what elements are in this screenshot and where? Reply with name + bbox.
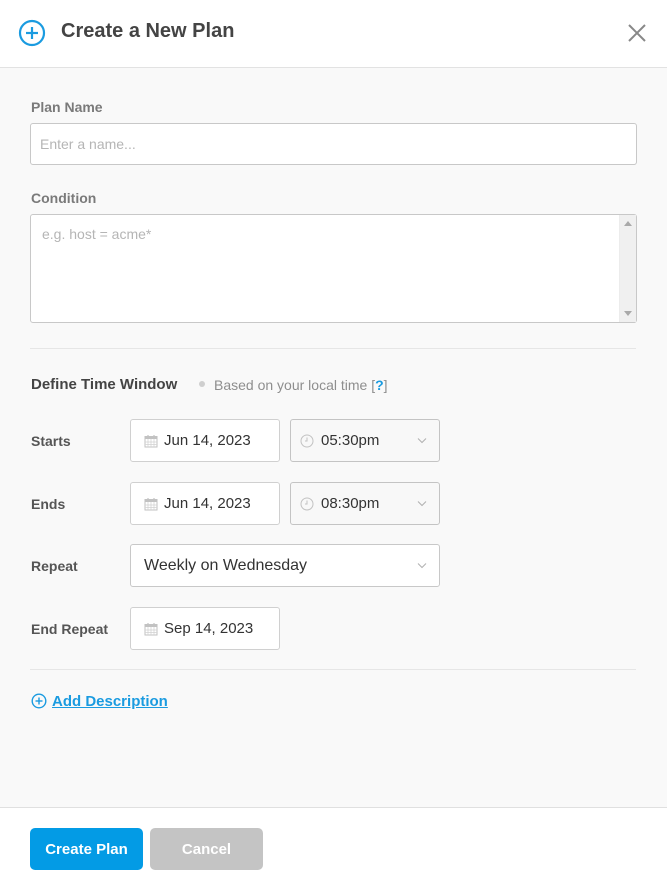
chevron-down-icon bbox=[417, 501, 427, 507]
clock-icon bbox=[300, 497, 314, 511]
close-icon[interactable] bbox=[624, 20, 650, 46]
ends-label: Ends bbox=[31, 496, 66, 512]
end-repeat-date-picker[interactable]: Sep 14, 2023 bbox=[130, 607, 280, 650]
section-divider bbox=[30, 348, 636, 349]
time-window-note-end: ] bbox=[383, 377, 388, 393]
starts-time-value: 05:30pm bbox=[321, 432, 380, 449]
cancel-button[interactable]: Cancel bbox=[150, 828, 263, 870]
add-description-label: Add Description bbox=[52, 693, 168, 710]
time-window-title: Define Time Window bbox=[31, 376, 178, 393]
end-repeat-date-value: Sep 14, 2023 bbox=[164, 620, 254, 637]
separator-dot bbox=[199, 381, 205, 387]
ends-date-value: Jun 14, 2023 bbox=[164, 495, 251, 512]
starts-date-picker[interactable]: Jun 14, 2023 bbox=[130, 419, 280, 462]
calendar-icon bbox=[144, 623, 158, 636]
condition-textarea[interactable] bbox=[30, 214, 637, 323]
starts-time-select[interactable]: 05:30pm bbox=[290, 419, 440, 462]
plan-name-label: Plan Name bbox=[31, 99, 103, 115]
chevron-down-icon bbox=[417, 438, 427, 444]
repeat-select[interactable]: Weekly on Wednesday bbox=[130, 544, 440, 587]
starts-label: Starts bbox=[31, 433, 71, 449]
time-window-note: Based on your local time [?] bbox=[214, 377, 388, 393]
chevron-down-icon bbox=[417, 563, 427, 569]
ends-time-value: 08:30pm bbox=[321, 495, 380, 512]
dialog-header: Create a New Plan bbox=[0, 0, 667, 68]
plus-circle-icon bbox=[31, 693, 47, 709]
ends-date-picker[interactable]: Jun 14, 2023 bbox=[130, 482, 280, 525]
calendar-icon bbox=[144, 498, 158, 511]
end-repeat-label: End Repeat bbox=[31, 621, 109, 637]
plus-circle-icon bbox=[18, 19, 46, 47]
dialog-title: Create a New Plan bbox=[61, 20, 235, 42]
starts-date-value: Jun 14, 2023 bbox=[164, 432, 251, 449]
time-window-note-text: Based on your local time [ bbox=[214, 377, 376, 393]
ends-time-select[interactable]: 08:30pm bbox=[290, 482, 440, 525]
repeat-label: Repeat bbox=[31, 558, 78, 574]
create-plan-button[interactable]: Create Plan bbox=[30, 828, 143, 870]
condition-scrollbar[interactable] bbox=[619, 215, 636, 322]
help-link[interactable]: ? bbox=[375, 377, 384, 393]
repeat-value: Weekly on Wednesday bbox=[144, 557, 308, 574]
clock-icon bbox=[300, 434, 314, 448]
scroll-down-arrow-icon[interactable] bbox=[624, 311, 632, 316]
scroll-up-arrow-icon[interactable] bbox=[624, 221, 632, 226]
plan-name-input[interactable] bbox=[30, 123, 637, 165]
condition-label: Condition bbox=[31, 190, 97, 206]
calendar-icon bbox=[144, 435, 158, 448]
section-divider bbox=[30, 669, 636, 670]
dialog-footer: Create Plan Cancel bbox=[0, 807, 667, 887]
